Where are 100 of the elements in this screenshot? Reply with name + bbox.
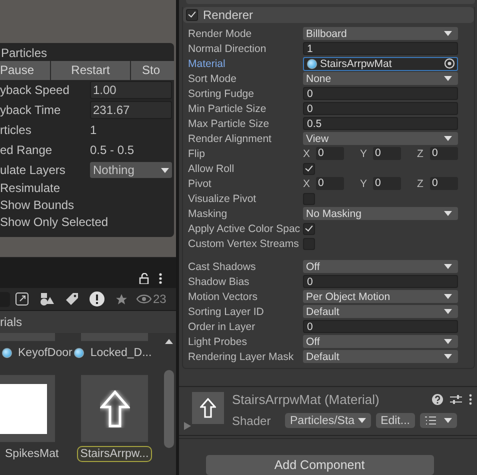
axis-label: X [303, 178, 312, 190]
dropdown[interactable]: Default [303, 350, 458, 363]
property-label: Sorting Layer ID [188, 306, 265, 318]
asset-name[interactable]: StairsArrpw... [77, 446, 152, 462]
up-arrow-icon [200, 398, 216, 418]
value-field[interactable]: 231.67 [90, 101, 172, 119]
input-field[interactable]: 0 [316, 147, 344, 160]
more-icon[interactable] [469, 394, 472, 405]
panel-title: Particles [0, 45, 48, 61]
property-label: Shadow Bias [188, 276, 250, 288]
component-title: Renderer [203, 8, 254, 22]
property-label: Max Particle Size [188, 118, 270, 130]
edit-button[interactable]: Edit... [376, 413, 415, 428]
warning-icon[interactable] [89, 291, 105, 307]
lock-icon[interactable] [139, 272, 149, 284]
value-text: 1 [90, 123, 97, 137]
list-dropdown[interactable] [420, 413, 457, 428]
foldout-icon[interactable] [184, 422, 191, 430]
property-label: Flip [188, 148, 206, 160]
property-label: Rendering Layer Mask [188, 350, 295, 362]
shader-label: Shader [232, 414, 272, 428]
asset-name[interactable]: SpikesMat [2, 446, 62, 462]
asset-thumbnail[interactable] [81, 375, 148, 442]
visibility-toggle[interactable]: 23 [136, 292, 166, 306]
input-field[interactable]: 0 [303, 320, 458, 333]
input-field[interactable]: 0 [373, 177, 401, 190]
dropdown[interactable]: Off [303, 335, 458, 348]
field-label: ed Range [0, 143, 54, 157]
tag-icon[interactable] [65, 292, 79, 306]
breadcrumb[interactable]: rials [0, 311, 176, 333]
field-label: yback Speed [0, 83, 70, 97]
target-icon[interactable] [444, 58, 455, 69]
star-icon[interactable] [115, 292, 128, 306]
axis-label: X [303, 148, 312, 160]
layers-dropdown[interactable]: Nothing [90, 162, 172, 178]
material-icon [307, 58, 317, 68]
field-label: yback Time [0, 103, 62, 117]
sliders-icon[interactable] [450, 394, 462, 405]
dropdown[interactable]: Default [303, 305, 458, 318]
scroll-up-icon[interactable] [165, 339, 173, 344]
toggle-label[interactable]: Show Only Selected [0, 214, 174, 231]
input-field[interactable]: 0 [303, 87, 458, 100]
value-field[interactable]: 1.00 [90, 81, 172, 99]
input-field[interactable]: 0 [430, 147, 458, 160]
input-field[interactable]: 0 [430, 177, 458, 190]
input-field[interactable]: 0 [373, 147, 401, 160]
add-component-button[interactable]: Add Component [206, 455, 434, 475]
property-label: Visualize Pivot [188, 192, 258, 204]
value-text: 0.5 - 0.5 [90, 143, 134, 157]
property-label: Min Particle Size [188, 102, 268, 114]
playback-button[interactable]: Sto [131, 61, 171, 80]
property-label: Apply Active Color Spac [188, 222, 302, 234]
axis-label: Y [360, 178, 368, 190]
axis-label: Z [417, 148, 424, 160]
axis-label: Z [417, 178, 424, 190]
input-field[interactable]: 0 [303, 102, 458, 115]
toggle-label[interactable]: Show Bounds [0, 197, 174, 214]
property-label: Custom Vertex Streams [188, 238, 300, 250]
shader-dropdown[interactable]: Particles/Sta [285, 413, 371, 428]
field-label: ulate Layers [0, 163, 66, 177]
input-field[interactable]: 0 [316, 177, 344, 190]
property-label: Sorting Fudge [188, 88, 255, 100]
input-field[interactable]: 1 [303, 42, 458, 55]
input-field[interactable]: 0 [303, 275, 458, 288]
checkbox[interactable] [303, 162, 315, 174]
list-icon [424, 416, 436, 425]
property-label: Pivot [188, 178, 212, 190]
toggle-label[interactable]: Resimulate [0, 180, 174, 197]
asset-thumbnail[interactable] [0, 375, 55, 442]
material-title: StairsArrpwMat (Material) [232, 392, 380, 407]
dropdown[interactable]: Billboard [303, 27, 458, 40]
dropdown[interactable]: View [303, 132, 458, 145]
shapes-icon[interactable] [39, 292, 55, 306]
property-label: Motion Vectors [188, 290, 258, 302]
material-icon [74, 348, 84, 358]
asset-name[interactable]: KeyofDoor [15, 345, 76, 361]
scrollbar-thumb[interactable] [164, 370, 174, 448]
field-label: rticles [0, 123, 32, 137]
playback-button[interactable]: Restart [51, 61, 131, 80]
dropdown[interactable]: Per Object Motion [303, 290, 458, 303]
playback-button[interactable]: Pause [0, 61, 51, 80]
dropdown[interactable]: None [303, 72, 458, 85]
property-label: Masking [188, 208, 228, 220]
dropdown[interactable]: No Masking [303, 207, 458, 220]
property-label: Render Mode [188, 28, 253, 40]
enable-checkbox[interactable] [186, 9, 198, 21]
up-arrow-icon [100, 390, 130, 428]
more-icon[interactable] [159, 272, 162, 284]
dropdown[interactable]: Off [303, 260, 458, 273]
expand-icon[interactable] [15, 292, 29, 306]
property-label: Material [188, 58, 226, 70]
input-field[interactable]: 0.5 [303, 117, 458, 130]
component-header[interactable]: Renderer [183, 7, 474, 23]
checkbox[interactable] [303, 222, 315, 234]
material-icon [2, 348, 12, 358]
help-icon[interactable] [432, 394, 443, 405]
asset-name[interactable]: Locked_D... [87, 345, 155, 361]
object-field[interactable]: StairsArrpwMat [303, 56, 458, 70]
property-label: Render Alignment [188, 132, 272, 144]
property-label: Sort Mode [188, 72, 238, 84]
